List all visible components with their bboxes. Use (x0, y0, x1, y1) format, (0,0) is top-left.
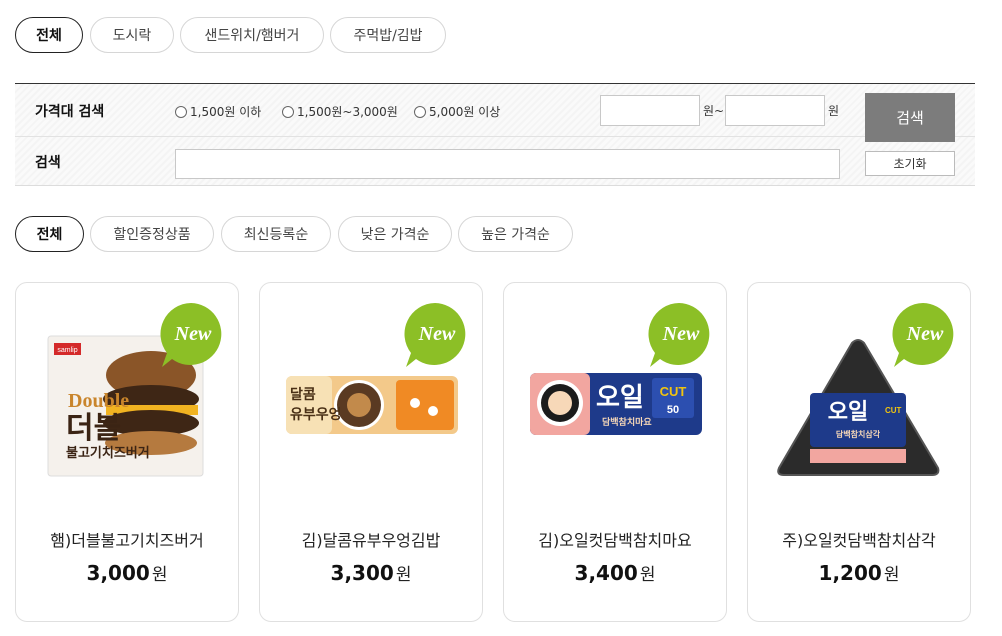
price-currency: 원 (151, 565, 168, 585)
radio-icon (282, 105, 294, 118)
package-cut: CUT (660, 384, 687, 399)
sort-tab-price-low[interactable]: 낮은 가격순 (338, 216, 452, 252)
price-value: 3,400 (574, 561, 638, 585)
price-max-unit: 원 (828, 104, 840, 118)
product-card[interactable]: 오일 CUT 50 담백참치마요 New 김)오일컷담백참치마요 3,400 원 (503, 282, 727, 622)
price-min-input[interactable] (600, 95, 700, 126)
category-tab-lunchbox[interactable]: 도시락 (90, 17, 174, 53)
product-price: 3,000 원 (16, 560, 238, 585)
reset-button[interactable]: 초기화 (865, 151, 955, 176)
product-price: 3,300 원 (260, 560, 482, 585)
price-option-under-1500[interactable]: 1,500원 이하 (175, 103, 261, 120)
package-title-2: 유부우엉 (290, 406, 342, 423)
product-price: 3,400 원 (504, 560, 726, 585)
svg-text:New: New (418, 323, 456, 345)
new-badge-icon: New (404, 303, 466, 367)
search-panel: 가격대 검색 1,500원 이하 1,500원~3,000원 5,000원 이상… (15, 83, 975, 186)
category-tab-riceball-gimbap[interactable]: 주먹밥/김밥 (330, 17, 446, 53)
svg-text:New: New (174, 323, 212, 345)
product-name: 햄)더블불고기치즈버거 (50, 531, 204, 550)
price-option-label: 1,500원 이하 (190, 105, 262, 119)
price-option-label: 1,500원~3,000원 (297, 105, 398, 119)
package-title: 오일 (828, 400, 868, 425)
price-max-input[interactable] (725, 95, 825, 126)
sort-tab-newest[interactable]: 최신등록순 (221, 216, 331, 252)
category-tab-all[interactable]: 전체 (15, 17, 83, 53)
sort-tab-discount[interactable]: 할인증정상품 (90, 216, 214, 252)
price-option-1500-3000[interactable]: 1,500원~3,000원 (282, 103, 398, 120)
radio-icon (414, 105, 426, 118)
product-name: 주)오일컷담백참치삼각 (782, 531, 936, 550)
package-subtitle: 불고기치즈버거 (66, 445, 150, 461)
package-title-1: 달콤 (290, 387, 316, 403)
category-tab-sandwich-burger[interactable]: 샌드위치/햄버거 (180, 17, 324, 53)
keyword-label: 검색 (35, 155, 61, 171)
price-min-unit: 원~ (703, 104, 725, 118)
svg-text:New: New (906, 323, 944, 345)
search-button[interactable]: 검색 (865, 93, 955, 142)
product-card[interactable]: 오일 CUT 담백참치삼각 New 주)오일컷담백참치삼각 1,200 원 (747, 282, 971, 622)
price-value: 3,000 (86, 561, 150, 585)
product-card[interactable]: 달콤 유부우엉 New 김)달콤유부우엉김밥 3,300 원 (259, 282, 483, 622)
package-title: 오일 (596, 383, 644, 413)
package-subtitle: 담백참치마요 (602, 416, 652, 428)
package-subtitle: 담백참치삼각 (836, 429, 881, 439)
product-name: 김)달콤유부우엉김밥 (301, 531, 441, 550)
new-badge-icon: New (648, 303, 710, 367)
price-option-label: 5,000원 이상 (429, 105, 501, 119)
product-name: 김)오일컷담백참치마요 (538, 531, 692, 550)
sort-tab-all[interactable]: 전체 (15, 216, 84, 252)
price-currency: 원 (883, 565, 900, 585)
price-value: 3,300 (330, 561, 394, 585)
panel-bottom-line (15, 185, 975, 186)
price-option-over-5000[interactable]: 5,000원 이상 (414, 103, 500, 120)
package-brand: samlip (57, 347, 77, 354)
new-badge-icon: New (160, 303, 222, 367)
package-title-en: Double (68, 390, 129, 412)
price-range-label: 가격대 검색 (35, 104, 105, 120)
panel-divider (15, 136, 975, 137)
sort-tab-price-high[interactable]: 높은 가격순 (458, 216, 573, 252)
product-price: 1,200 원 (748, 560, 970, 585)
price-currency: 원 (639, 565, 656, 585)
price-currency: 원 (395, 565, 412, 585)
package-title-ko: 더블 (66, 411, 121, 446)
radio-icon (175, 105, 187, 118)
svg-text:New: New (662, 323, 700, 345)
product-card[interactable]: samlip Double 더블 불고기치즈버거 New 햄)더블불고기치즈버거… (15, 282, 239, 622)
package-percent: 50 (667, 404, 679, 416)
price-value: 1,200 (818, 561, 882, 585)
package-cut: CUT (885, 406, 902, 415)
keyword-search-input[interactable] (175, 149, 840, 179)
new-badge-icon: New (892, 303, 954, 367)
